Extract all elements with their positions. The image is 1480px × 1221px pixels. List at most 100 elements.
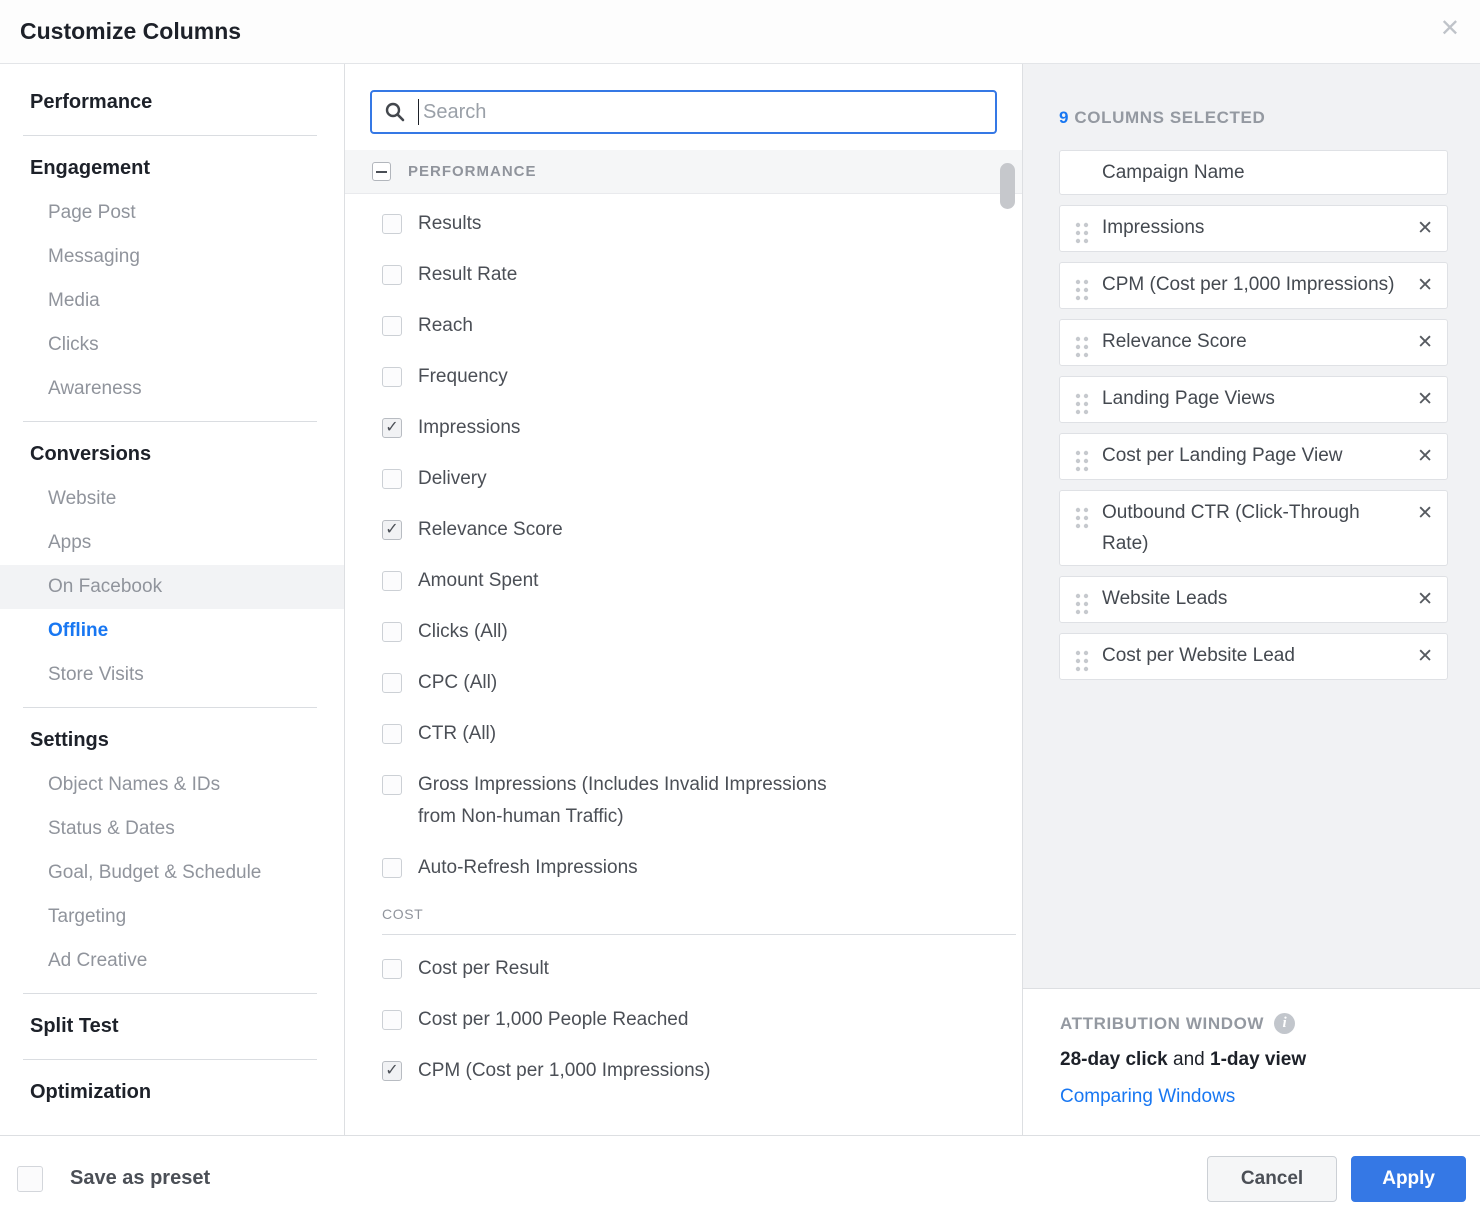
checkbox-label: Frequency	[418, 361, 508, 393]
drag-handle-icon[interactable]	[1074, 592, 1090, 616]
checkbox-label: CTR (All)	[418, 718, 496, 750]
sidebar-item-targeting[interactable]: Targeting	[0, 895, 344, 939]
selected-column-card-impressions: Impressions ✕	[1059, 205, 1448, 252]
minus-icon	[376, 171, 387, 173]
checkbox-row-ctr-all: CTR (All)	[382, 718, 1022, 750]
sidebar-item-clicks[interactable]: Clicks	[0, 323, 344, 367]
sidebar-item-offline[interactable]: Offline	[0, 609, 344, 653]
search-input[interactable]	[421, 100, 983, 125]
sidebar-item-website[interactable]: Website	[0, 477, 344, 521]
remove-column-icon[interactable]: ✕	[1417, 445, 1433, 468]
checkbox-label: Results	[418, 208, 481, 240]
sidebar-section-performance[interactable]: Performance	[0, 80, 344, 125]
checkbox-row-gross-impressions-includes-invalid-impressions-from-non-human-traffic: Gross Impressions (Includes Invalid Impr…	[382, 769, 1022, 833]
checkbox-impressions[interactable]: ✓	[382, 418, 402, 438]
search-box[interactable]	[370, 90, 997, 134]
sidebar-section-split-test[interactable]: Split Test	[0, 1004, 344, 1049]
drag-handle-icon[interactable]	[1074, 506, 1090, 530]
attribution-title-row: ATTRIBUTION WINDOW i	[1060, 1013, 1480, 1034]
sidebar-divider	[23, 707, 317, 708]
sidebar-item-page-post[interactable]: Page Post	[0, 191, 344, 235]
cancel-button[interactable]: Cancel	[1207, 1156, 1337, 1202]
sidebar-section-engagement[interactable]: Engagement	[0, 146, 344, 191]
remove-column-icon[interactable]: ✕	[1417, 388, 1433, 411]
remove-column-icon[interactable]: ✕	[1417, 645, 1433, 668]
checkbox-results[interactable]	[382, 214, 402, 234]
checkbox-label: Amount Spent	[418, 565, 538, 597]
info-icon[interactable]: i	[1274, 1013, 1295, 1034]
selected-column-card-relevance-score: Relevance Score✕	[1059, 319, 1448, 366]
checkbox-label: Reach	[418, 310, 473, 342]
sidebar-nav: Performance EngagementPage PostMessagingM…	[0, 64, 345, 1135]
drag-handle-icon[interactable]	[1074, 649, 1090, 673]
selected-column-label: Campaign Name	[1102, 157, 1433, 188]
sidebar-item-store-visits[interactable]: Store Visits	[0, 653, 344, 697]
checkbox-clicks-all[interactable]	[382, 622, 402, 642]
check-icon: ✓	[385, 420, 398, 436]
scrollbar-thumb[interactable]	[1000, 163, 1015, 209]
remove-column-icon[interactable]: ✕	[1417, 274, 1433, 297]
drag-handle-icon[interactable]	[1074, 221, 1090, 245]
checkbox-result-rate[interactable]	[382, 265, 402, 285]
search-icon	[384, 101, 406, 123]
attribution-title: ATTRIBUTION WINDOW	[1060, 1014, 1264, 1034]
checkbox-label: CPC (All)	[418, 667, 497, 699]
checkbox-cpm-cost-per-1-000-impressions[interactable]: ✓	[382, 1061, 402, 1081]
checkbox-label: Delivery	[418, 463, 487, 495]
checkbox-reach[interactable]	[382, 316, 402, 336]
remove-column-icon[interactable]: ✕	[1417, 331, 1433, 354]
remove-column-icon[interactable]: ✕	[1417, 588, 1433, 611]
checkbox-amount-spent[interactable]	[382, 571, 402, 591]
comparing-windows-link[interactable]: Comparing Windows	[1060, 1086, 1480, 1108]
sidebar-section-conversions[interactable]: Conversions	[0, 432, 344, 477]
close-icon[interactable]: ✕	[1440, 17, 1460, 41]
selected-column-card-cpm-cost-per-1-000-impressions: CPM (Cost per 1,000 Impressions)✕	[1059, 262, 1448, 309]
checkbox-auto-refresh-impressions[interactable]	[382, 858, 402, 878]
checkbox-frequency[interactable]	[382, 367, 402, 387]
remove-column-icon[interactable]: ✕	[1417, 502, 1433, 525]
checkbox-row-cost-per-1-000-people-reached: Cost per 1,000 People Reached	[382, 1004, 1022, 1036]
attribution-join: and	[1168, 1049, 1210, 1070]
checkbox-cpc-all[interactable]	[382, 673, 402, 693]
checkbox-label: Impressions	[418, 412, 520, 444]
selected-column-card-pinned: Campaign Name	[1059, 150, 1448, 195]
checkbox-gross-impressions-includes-invalid-impressions-from-non-human-traffic[interactable]	[382, 775, 402, 795]
checkbox-label: Result Rate	[418, 259, 517, 291]
attribution-value: 28-day click and 1-day view	[1060, 1049, 1480, 1071]
text-caret	[418, 99, 419, 125]
checkbox-row-delivery: Delivery	[382, 463, 1022, 495]
sidebar-item-media[interactable]: Media	[0, 279, 344, 323]
checkbox-label: CPM (Cost per 1,000 Impressions)	[418, 1055, 711, 1087]
save-as-preset-checkbox[interactable]	[17, 1166, 43, 1192]
group-checkbox-indeterminate[interactable]	[372, 162, 391, 181]
checkbox-cost-per-1-000-people-reached[interactable]	[382, 1010, 402, 1030]
drag-handle-icon[interactable]	[1074, 392, 1090, 416]
sidebar-item-apps[interactable]: Apps	[0, 521, 344, 565]
sidebar-item-messaging[interactable]: Messaging	[0, 235, 344, 279]
cost-rows: Cost per ResultCost per 1,000 People Rea…	[345, 953, 1022, 1087]
checkbox-cost-per-result[interactable]	[382, 959, 402, 979]
sidebar-item-status-dates[interactable]: Status & Dates	[0, 807, 344, 851]
sidebar-section-settings[interactable]: Settings	[0, 718, 344, 763]
checkbox-ctr-all[interactable]	[382, 724, 402, 744]
apply-button[interactable]: Apply	[1351, 1156, 1466, 1202]
group-header-label: PERFORMANCE	[408, 163, 537, 180]
remove-column-icon[interactable]: ✕	[1417, 217, 1433, 240]
checkbox-relevance-score[interactable]: ✓	[382, 520, 402, 540]
sidebar-item-awareness[interactable]: Awareness	[0, 367, 344, 411]
sidebar-item-on-facebook[interactable]: On Facebook	[0, 565, 344, 609]
drag-handle-icon[interactable]	[1074, 335, 1090, 359]
checkbox-label: Clicks (All)	[418, 616, 508, 648]
checkbox-row-amount-spent: Amount Spent	[382, 565, 1022, 597]
checkbox-row-auto-refresh-impressions: Auto-Refresh Impressions	[382, 852, 1022, 884]
sidebar-item-object-names-ids[interactable]: Object Names & IDs	[0, 763, 344, 807]
checkbox-delivery[interactable]	[382, 469, 402, 489]
sidebar-item-goal-budget-schedule[interactable]: Goal, Budget & Schedule	[0, 851, 344, 895]
selected-column-card-cost-per-website-lead: Cost per Website Lead✕	[1059, 633, 1448, 680]
sidebar-section-optimization[interactable]: Optimization	[0, 1070, 344, 1115]
selected-column-label: Impressions	[1102, 212, 1409, 243]
sidebar-item-ad-creative[interactable]: Ad Creative	[0, 939, 344, 983]
selected-column-label: Landing Page Views	[1102, 383, 1409, 414]
drag-handle-icon[interactable]	[1074, 278, 1090, 302]
drag-handle-icon[interactable]	[1074, 449, 1090, 473]
